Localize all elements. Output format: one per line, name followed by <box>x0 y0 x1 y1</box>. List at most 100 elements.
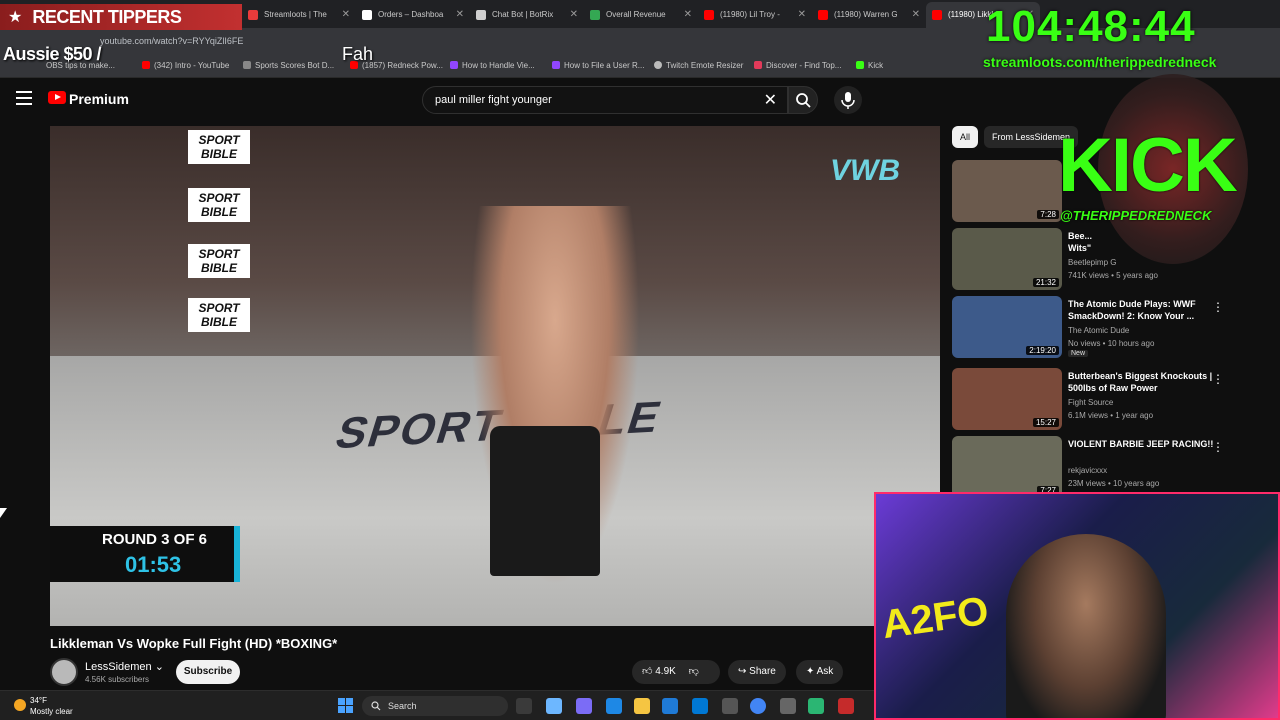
youtube-logo-icon[interactable] <box>48 91 66 104</box>
subscribe-button[interactable]: Subscribe <box>176 660 240 684</box>
like-button[interactable]: 👍︎ 4.9K <box>642 666 676 677</box>
outlook-icon[interactable] <box>692 698 708 714</box>
outlook-icon[interactable] <box>662 698 678 714</box>
channel-avatar[interactable] <box>50 658 78 686</box>
sport-bible-banner: SPORT BIBLE <box>188 298 250 332</box>
recommendation-item[interactable]: 2:19:20 The Atomic Dude Plays: WWF Smack… <box>950 296 1280 360</box>
sparkle-icon: ✦ <box>806 666 815 677</box>
like-dislike-group: 👍︎ 4.9K 👎︎ <box>632 660 720 684</box>
video-thumbnail[interactable]: 2:19:20 <box>952 296 1062 358</box>
voice-search-button[interactable] <box>834 86 862 114</box>
youtube-header: Premium ✕ <box>0 79 1280 121</box>
video-player[interactable]: SPORT BIBLE SPORT BIBLE SPORT BIBLE SPOR… <box>50 126 940 626</box>
recommendation-title[interactable]: The Atomic Dude Plays: WWF SmackDown! 2:… <box>1068 298 1218 322</box>
close-tab-icon[interactable]: ✕ <box>684 2 692 28</box>
close-tab-icon[interactable]: ✕ <box>456 2 464 28</box>
tab-label: (11980) Warren G <box>834 10 898 19</box>
obs-icon[interactable] <box>722 698 738 714</box>
file-explorer-icon[interactable] <box>634 698 650 714</box>
recent-tippers-title: RECENT TIPPERS <box>32 6 182 27</box>
recommendation-views: 741K views • 5 years ago <box>1068 271 1158 280</box>
tab-favicon-icon <box>932 10 942 20</box>
chrome-icon[interactable] <box>750 698 766 714</box>
close-tab-icon[interactable]: ✕ <box>570 2 578 28</box>
browser-tab[interactable]: Orders – Dashboa ✕ <box>356 2 470 28</box>
tab-label: Streamloots | The <box>264 10 327 19</box>
recommendation-channel[interactable]: Fight Source <box>1068 398 1113 407</box>
video-thumbnail[interactable]: 15:27 <box>952 368 1062 430</box>
dislike-button[interactable]: 👎︎ <box>689 666 699 677</box>
subscriber-count: 4.56K subscribers <box>85 675 150 684</box>
teams-icon[interactable] <box>576 698 592 714</box>
copilot-icon[interactable] <box>546 698 562 714</box>
bookmark-label: How to File a User R... <box>564 61 645 70</box>
bookmark-item[interactable]: (342) Intro - YouTube <box>142 61 229 70</box>
chevron-down-icon: ⌄ <box>154 661 164 673</box>
more-options-icon[interactable]: ⋮ <box>1212 440 1224 454</box>
round-time: 01:53 <box>125 552 182 577</box>
bookmark-label: How to Handle Vie... <box>462 61 535 70</box>
recommendation-channel[interactable]: The Atomic Dude <box>1068 326 1129 335</box>
bookmark-item[interactable]: Discover - Find Top... <box>754 61 841 70</box>
bookmark-item[interactable]: Sports Scores Bot D... <box>243 61 334 70</box>
more-options-icon[interactable]: ⋮ <box>1212 300 1224 314</box>
thumbs-up-icon: 👍︎ <box>642 666 653 677</box>
search-box[interactable]: ✕ <box>422 86 788 114</box>
bookmark-item[interactable]: How to Handle Vie... <box>450 61 535 70</box>
url-text[interactable]: youtube.com/watch?v=RYYqiZlI6FE <box>100 36 243 46</box>
task-view-icon[interactable] <box>516 698 532 714</box>
channel-name[interactable]: LessSidemen ⌄ <box>85 660 164 673</box>
weather-condition: Mostly clear <box>30 707 73 716</box>
taskbar-search[interactable]: Search <box>362 696 508 716</box>
share-button[interactable]: ↪ Share <box>728 660 786 684</box>
chip-all[interactable]: All <box>952 126 979 148</box>
video-thumbnail[interactable]: 7:28 <box>952 160 1062 222</box>
browser-tab[interactable]: Chat Bot | BotRix ✕ <box>470 2 584 28</box>
recommendation-item[interactable]: 7:27 VIOLENT BARBIE JEEP RACING!! rekjav… <box>950 436 1280 500</box>
browser-tab[interactable]: Streamloots | The ✕ <box>242 2 356 28</box>
close-tab-icon[interactable]: ✕ <box>342 2 350 28</box>
bookmark-label: (342) Intro - YouTube <box>154 61 230 70</box>
youtube-brand[interactable]: Premium <box>69 91 129 107</box>
recommendation-channel[interactable]: Beetlepimp G <box>1068 258 1116 267</box>
browser-tab[interactable]: (11980) Lil Troy - ✕ <box>698 2 812 28</box>
duration-badge: 2:19:20 <box>1026 346 1059 355</box>
close-tab-icon[interactable]: ✕ <box>798 2 806 28</box>
tab-favicon-icon <box>590 10 600 20</box>
recommendation-title[interactable]: Butterbean's Biggest Knockouts | 500lbs … <box>1068 370 1218 394</box>
more-options-icon[interactable]: ⋮ <box>1212 372 1224 386</box>
tab-label: Chat Bot | BotRix <box>492 10 554 19</box>
close-tab-icon[interactable]: ✕ <box>912 2 920 28</box>
taskbar-search-label: Search <box>388 701 417 711</box>
globe-icon <box>654 61 662 69</box>
menu-icon[interactable] <box>16 91 32 105</box>
windows-start-icon[interactable] <box>338 698 353 713</box>
video-thumbnail[interactable]: 7:27 <box>952 436 1062 498</box>
browser-tab[interactable]: Overall Revenue ✕ <box>584 2 698 28</box>
recommendation-channel[interactable]: rekjavicxxx <box>1068 466 1107 475</box>
app-icon[interactable] <box>838 698 854 714</box>
recommendation-title[interactable]: VIOLENT BARBIE JEEP RACING!! <box>1068 438 1218 450</box>
tipper-name: Aussie $50 / <box>3 44 102 64</box>
tab-favicon-icon <box>818 10 828 20</box>
bookmark-label: Kick <box>868 61 884 70</box>
bookmark-item[interactable]: How to File a User R... <box>552 61 644 70</box>
tipper-message: Fah <box>342 44 374 64</box>
edge-icon[interactable] <box>606 698 622 714</box>
bookmark-item[interactable]: Twitch Emote Resizer <box>654 61 743 70</box>
recommendation-item[interactable]: 21:32 Bee... Wits" Beetlepimp G 741K vie… <box>950 228 1280 292</box>
browser-tab[interactable]: (11980) Warren G ✕ <box>812 2 926 28</box>
windows-taskbar: 34°F Mostly clear Search <box>0 690 874 720</box>
bookmark-item[interactable]: Kick <box>856 61 883 70</box>
search-input[interactable] <box>435 92 755 108</box>
tab-label: (11980) Lil Troy - <box>720 10 780 19</box>
ask-button[interactable]: ✦ Ask <box>796 660 844 684</box>
app-icon[interactable] <box>780 698 796 714</box>
clear-search-icon[interactable]: ✕ <box>764 90 777 110</box>
search-button[interactable] <box>788 86 818 114</box>
app-icon[interactable] <box>808 698 824 714</box>
weather-widget[interactable]: 34°F Mostly clear <box>30 695 73 717</box>
recommendation-item[interactable]: 15:27 Butterbean's Biggest Knockouts | 5… <box>950 368 1280 432</box>
kick-logo-text: KICK <box>1058 123 1238 208</box>
video-thumbnail[interactable]: 21:32 <box>952 228 1062 290</box>
